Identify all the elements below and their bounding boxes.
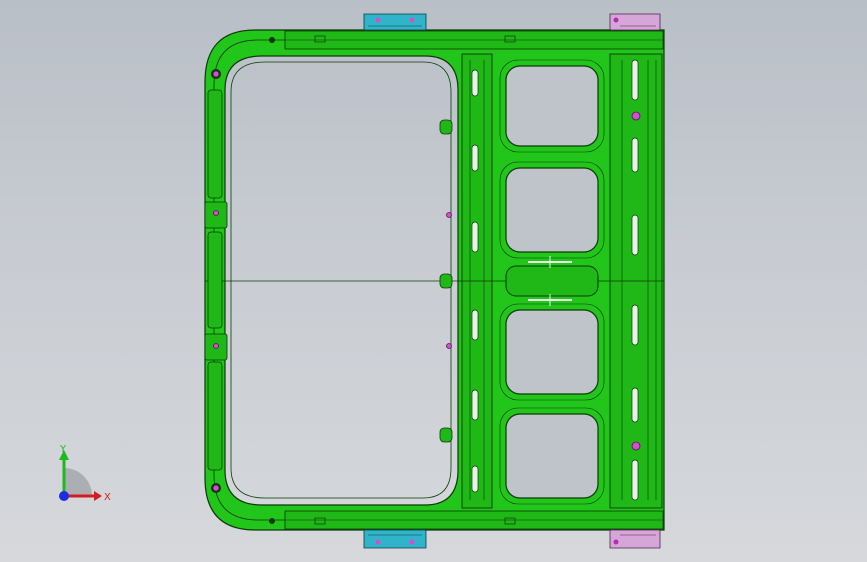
cad-viewport[interactable] — [0, 0, 867, 562]
reference-triad: Y X — [59, 444, 111, 503]
edge-tabs — [439, 119, 453, 443]
sunroof-frame-model[interactable] — [204, 29, 665, 531]
top-left-bracket — [363, 13, 427, 31]
center-rib — [505, 265, 599, 297]
y-axis-label: Y — [59, 444, 67, 455]
bottom-right-bracket — [609, 529, 661, 549]
opening-inner-outline — [230, 61, 452, 499]
z-axis-icon — [59, 491, 69, 501]
left-flange-outline — [213, 39, 460, 521]
bottom-left-bracket — [363, 529, 427, 549]
x-axis-label: X — [104, 492, 111, 503]
top-right-bracket — [609, 13, 661, 31]
